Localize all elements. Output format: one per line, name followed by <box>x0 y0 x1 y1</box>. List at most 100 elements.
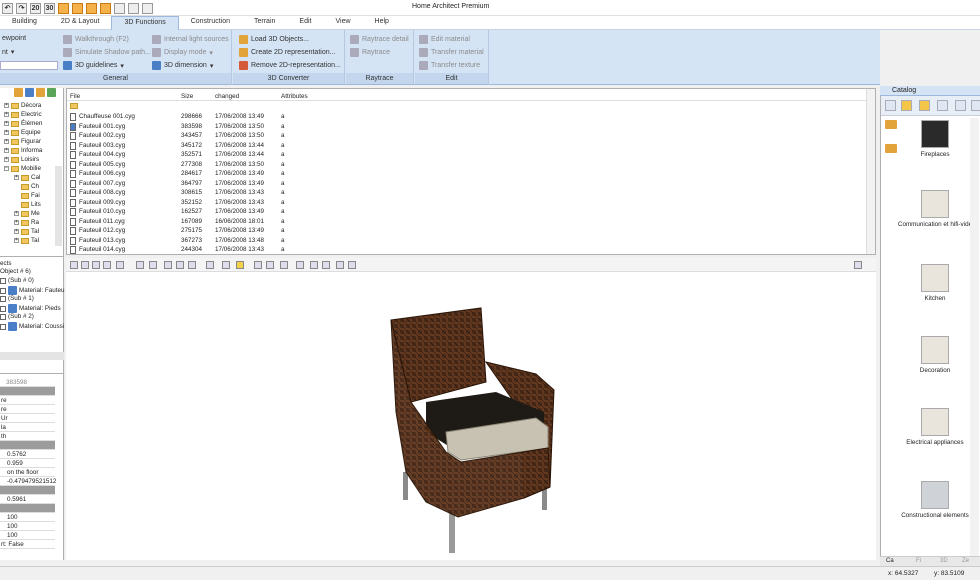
globe-icon[interactable] <box>955 100 966 111</box>
col-size[interactable]: Size <box>181 93 193 100</box>
back-icon[interactable] <box>885 100 896 111</box>
lock-icon[interactable] <box>222 261 230 269</box>
file-row[interactable]: Fauteuil 007.cyg 364797 17/06/2008 13:49 a <box>67 179 867 189</box>
checkbox[interactable] <box>0 313 6 320</box>
expand-icon[interactable]: + <box>14 211 19 216</box>
material-node[interactable]: Material: Fauteu <box>0 286 65 295</box>
collapse-icon[interactable]: − <box>4 166 9 171</box>
walkthrough-button[interactable]: Walkthrough (F2) <box>63 35 129 44</box>
3d-viewport[interactable] <box>66 272 876 560</box>
view-2d-button[interactable]: 20 <box>30 2 41 14</box>
expand-icon[interactable]: + <box>4 157 9 162</box>
transfer-texture-button[interactable]: Transfer texture <box>419 61 480 70</box>
expand-icon[interactable]: + <box>14 229 19 234</box>
options-icon[interactable] <box>854 261 862 269</box>
rotate-icon[interactable] <box>149 261 157 269</box>
file-row[interactable]: Fauteuil 003.cyg 345172 17/06/2008 13:44 a <box>67 141 867 151</box>
file-row[interactable]: Fauteuil 006.cyg 284617 17/06/2008 13:49 a <box>67 169 867 179</box>
tree-item[interactable]: + Figurar <box>4 138 41 145</box>
objects-hscrollbar[interactable] <box>0 352 64 360</box>
prop-value[interactable]: 100 <box>0 513 55 522</box>
tree-item[interactable]: + Loisirs <box>4 156 39 163</box>
file-row[interactable]: Fauteuil 013.cyg 367273 17/06/2008 13:48 a <box>67 236 867 246</box>
prop-size[interactable]: 383598 <box>0 378 55 387</box>
expand-icon[interactable]: + <box>4 103 9 108</box>
catalog-item-constructional[interactable]: Constructional elements <box>895 481 975 519</box>
prop-line[interactable]: rt: False <box>0 540 55 549</box>
checkbox[interactable] <box>0 287 6 294</box>
raytrace-button[interactable]: Raytrace <box>350 48 390 57</box>
tree-item[interactable]: Ch <box>21 183 39 190</box>
tab-construction[interactable]: Construction <box>179 16 242 30</box>
expand-icon[interactable]: + <box>4 139 9 144</box>
material-node[interactable]: Material: Coussi <box>0 322 64 331</box>
tab-view[interactable]: View <box>323 16 362 30</box>
expand-icon[interactable]: + <box>4 112 9 117</box>
parent-folder-row[interactable] <box>67 102 867 112</box>
view-3d-button[interactable]: 30 <box>44 2 55 14</box>
catalog-scrollbar[interactable] <box>970 118 979 556</box>
col-attributes[interactable]: Attributes <box>281 93 308 100</box>
tree-item[interactable]: + Tal <box>14 237 39 244</box>
chart2-icon[interactable] <box>348 261 356 269</box>
checkbox[interactable] <box>0 323 6 330</box>
tree-item[interactable]: + Ra <box>14 219 39 226</box>
view-top-icon[interactable] <box>116 261 124 269</box>
catalog-tool-icon[interactable] <box>937 100 948 111</box>
sub-node[interactable]: (Sub # 2) <box>0 313 34 320</box>
file-row[interactable]: Fauteuil 009.cyg 352152 17/06/2008 13:43 a <box>67 198 867 208</box>
tree-item[interactable]: Lits <box>21 201 41 208</box>
tab-ze[interactable]: Ze <box>962 558 969 564</box>
chart-icon[interactable] <box>336 261 344 269</box>
prop-line[interactable]: re <box>0 396 55 405</box>
catalog-folder2-icon[interactable] <box>919 100 930 111</box>
view-back-icon[interactable] <box>81 261 89 269</box>
move-icon[interactable] <box>280 261 288 269</box>
select-icon[interactable] <box>86 2 97 14</box>
simulate-shadow-button[interactable]: Simulate Shadow path... <box>63 48 151 57</box>
prop-line[interactable]: la <box>0 423 55 432</box>
expand-icon[interactable]: + <box>4 121 9 126</box>
file-row[interactable]: Fauteuil 014.cyg 244304 17/06/2008 13:43 a <box>67 245 867 255</box>
settings-icon[interactable] <box>971 100 980 111</box>
col-changed[interactable]: changed <box>215 93 239 100</box>
split-view-icon[interactable] <box>58 2 69 14</box>
tree-item[interactable]: + Informa <box>4 147 42 154</box>
tree-item[interactable]: + Élémen <box>4 120 42 127</box>
eraser-icon[interactable] <box>128 2 139 14</box>
tree-item[interactable]: + Tal <box>14 228 39 235</box>
expand-icon[interactable]: + <box>14 238 19 243</box>
tree-item[interactable]: + Electric <box>4 111 42 118</box>
tab-help[interactable]: Help <box>363 16 401 30</box>
expand-icon[interactable] <box>296 261 304 269</box>
catalog-folder-icon[interactable] <box>901 100 912 111</box>
paint-icon[interactable] <box>114 2 125 14</box>
tab-catalog[interactable]: Ca <box>886 558 894 564</box>
create-2d-button[interactable]: Create 2D representation... <box>239 48 335 57</box>
zoom-icon[interactable] <box>164 261 172 269</box>
filter-icon[interactable] <box>310 261 318 269</box>
raytrace-detail-button[interactable]: Raytrace detail <box>350 35 409 44</box>
tree-item[interactable]: Fai <box>21 192 40 199</box>
prop-value[interactable]: on the floor <box>0 468 55 477</box>
catalog-item-fireplaces[interactable]: Fireplaces <box>895 120 975 158</box>
tab-terrain[interactable]: Terrain <box>242 16 287 30</box>
prop-value[interactable]: 0.5961 <box>0 495 55 504</box>
file-row[interactable]: Fauteuil 002.cyg 343457 17/06/2008 13:50 a <box>67 131 867 141</box>
tree-item[interactable]: − Mobilie <box>4 165 41 172</box>
filter2-icon[interactable] <box>322 261 330 269</box>
render-icon[interactable] <box>206 261 214 269</box>
tab-2d-layout[interactable]: 2D & Layout <box>49 16 112 30</box>
file-row[interactable]: Fauteuil 004.cyg 352571 17/06/2008 13:44 a <box>67 150 867 160</box>
catalog-item-communication[interactable]: Communication et hifi-vidé <box>895 190 975 228</box>
file-row[interactable]: Fauteuil 010.cyg 162527 17/06/2008 13:49 a <box>67 207 867 217</box>
edit-material-button[interactable]: Edit material <box>419 35 470 44</box>
view-left-icon[interactable] <box>92 261 100 269</box>
tab-fi[interactable]: Fi <box>916 558 921 564</box>
catalog-item-kitchen[interactable]: Kitchen <box>895 264 975 302</box>
pointer-icon[interactable] <box>100 2 111 14</box>
undo-icon[interactable]: ↶ <box>2 2 13 14</box>
columns-icon[interactable] <box>72 2 83 14</box>
checkbox[interactable] <box>0 295 6 302</box>
col-file[interactable]: File <box>70 93 80 100</box>
